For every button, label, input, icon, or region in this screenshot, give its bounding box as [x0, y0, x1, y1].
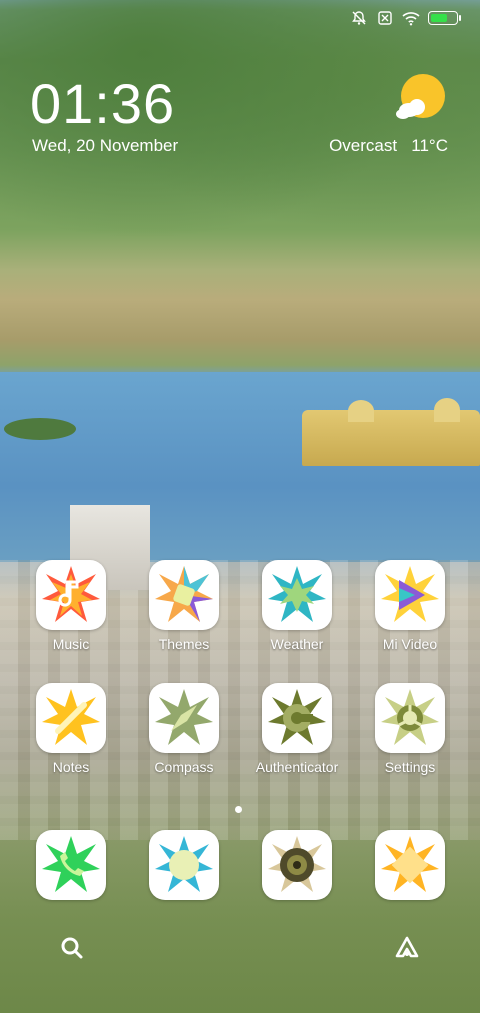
wallpaper-palace — [302, 398, 480, 466]
app-label: Weather — [270, 636, 324, 652]
sun-cloud-icon[interactable] — [393, 70, 449, 126]
dock-messages[interactable] — [128, 830, 240, 900]
battery-level — [431, 14, 447, 22]
app-themes[interactable]: Themes — [128, 560, 240, 652]
messages-icon — [149, 830, 219, 900]
dock-phone[interactable] — [15, 830, 127, 900]
notes-icon — [36, 683, 106, 753]
app-label: Themes — [158, 636, 210, 652]
app-label: Music — [52, 636, 90, 652]
gallery-icon — [375, 830, 445, 900]
themes-icon — [149, 560, 219, 630]
app-settings[interactable]: Settings — [354, 683, 466, 775]
page-indicator[interactable] — [235, 806, 242, 813]
launcher-icon[interactable] — [393, 934, 421, 962]
weather-summary[interactable]: Overcast 11°C — [329, 136, 448, 156]
status-bar — [350, 10, 461, 26]
weather-temperature: 11°C — [411, 136, 448, 155]
dock-gallery[interactable] — [354, 830, 466, 900]
phone-icon — [36, 830, 106, 900]
app-label: Mi Video — [382, 636, 438, 652]
app-compass[interactable]: Compass — [128, 683, 240, 775]
clock-time[interactable]: 01:36 — [30, 76, 175, 132]
weather-condition: Overcast — [329, 136, 398, 155]
app-music[interactable]: Music — [15, 560, 127, 652]
app-label: Compass — [154, 759, 214, 775]
wallpaper-island — [4, 418, 76, 440]
sim-off-icon — [376, 10, 394, 26]
app-label: Notes — [52, 759, 90, 775]
camera-icon — [262, 830, 332, 900]
app-weather[interactable]: Weather — [241, 560, 353, 652]
app-authenticator[interactable]: Authenticator — [241, 683, 353, 775]
wifi-icon — [402, 10, 420, 26]
alarm-off-icon — [350, 10, 368, 26]
dock-camera[interactable] — [241, 830, 353, 900]
weather-icon — [262, 560, 332, 630]
mi-video-icon — [375, 560, 445, 630]
wallpaper-hills — [0, 0, 480, 270]
app-mi-video[interactable]: Mi Video — [354, 560, 466, 652]
clock-date[interactable]: Wed, 20 November — [32, 136, 178, 156]
music-icon — [36, 560, 106, 630]
compass-icon — [149, 683, 219, 753]
search-icon[interactable] — [58, 934, 86, 962]
app-notes[interactable]: Notes — [15, 683, 127, 775]
settings-icon — [375, 683, 445, 753]
app-label: Authenticator — [255, 759, 339, 775]
battery-charging-icon — [428, 11, 461, 25]
app-label: Settings — [384, 759, 436, 775]
authenticator-icon — [262, 683, 332, 753]
